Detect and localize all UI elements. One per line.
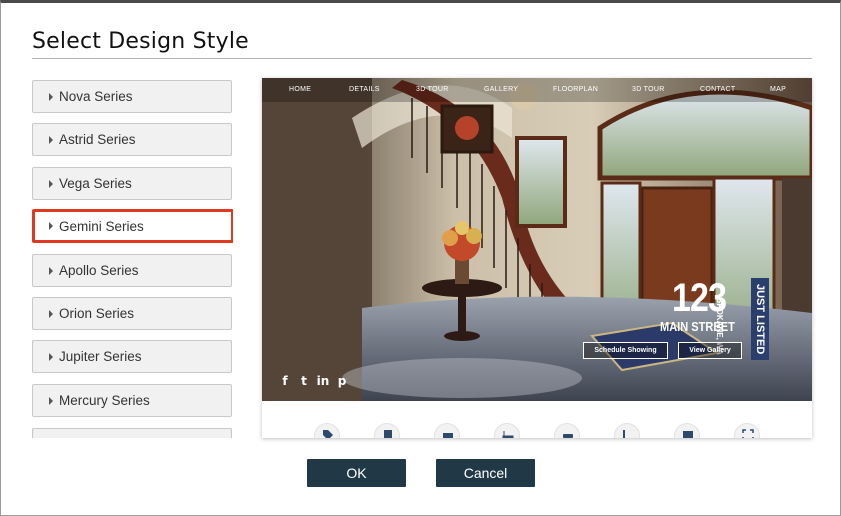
series-item-astrid[interactable]: Astrid Series	[32, 123, 232, 156]
nav-item-map[interactable]: MAP	[770, 86, 786, 93]
series-item-vega[interactable]: Vega Series	[32, 167, 232, 200]
series-item-gemini[interactable]: Gemini Series	[32, 209, 233, 243]
expand-icon	[734, 423, 760, 438]
caret-right-icon	[49, 92, 53, 101]
series-item-label: Apollo Series	[59, 263, 139, 278]
series-item-label: Jupiter Series	[59, 349, 142, 364]
series-list[interactable]: Nova Series Astrid Series Vega Series Ge…	[32, 80, 233, 438]
caret-right-icon	[49, 309, 53, 318]
ok-button[interactable]: OK	[307, 459, 406, 487]
car-icon	[554, 423, 580, 438]
series-item-label: Astrid Series	[59, 132, 136, 147]
bed-icon	[434, 423, 460, 438]
preview-hero-image: HOME DETAILS 3D TOUR GALLERY FLOORPLAN 3…	[262, 78, 812, 401]
facebook-icon[interactable]: f	[278, 374, 292, 388]
schedule-showing-button[interactable]: Schedule Showing	[583, 342, 668, 359]
caret-right-icon	[49, 135, 53, 144]
series-item-label: Nova Series	[59, 89, 133, 104]
nav-item-floorplan[interactable]: FLOORPLAN	[553, 86, 598, 93]
nav-item-3d-tour-2[interactable]: 3D TOUR	[632, 86, 665, 93]
series-item-apollo[interactable]: Apollo Series	[32, 254, 232, 287]
nav-item-home[interactable]: HOME	[289, 86, 311, 93]
sqft-icon	[614, 423, 640, 438]
feature-icon-row	[262, 423, 812, 438]
series-item-nova[interactable]: Nova Series	[32, 80, 232, 113]
caret-right-icon	[49, 396, 53, 405]
address-street: MAIN STREET	[660, 319, 735, 334]
series-item-mercury[interactable]: Mercury Series	[32, 384, 232, 417]
caret-right-icon	[49, 179, 53, 188]
caret-right-icon	[49, 266, 53, 275]
caret-right-icon	[49, 352, 53, 361]
just-listed-badge: JUST LISTED	[751, 278, 769, 360]
dialog-title: Select Design Style	[32, 29, 249, 54]
series-item-orion[interactable]: Orion Series	[32, 297, 232, 330]
design-preview: HOME DETAILS 3D TOUR GALLERY FLOORPLAN 3…	[262, 78, 812, 438]
price-tag-icon	[314, 423, 340, 438]
just-listed-label: JUST LISTED	[754, 284, 766, 355]
title-divider	[32, 58, 812, 59]
design-style-dialog: Select Design Style Nova Series Astrid S…	[0, 0, 841, 516]
document-icon	[374, 423, 400, 438]
caret-right-icon	[49, 222, 53, 230]
series-item-partial[interactable]	[32, 428, 232, 438]
social-links: f t in p	[278, 374, 349, 388]
linkedin-icon[interactable]: in	[316, 374, 330, 388]
nav-item-details[interactable]: DETAILS	[349, 86, 380, 93]
calendar-icon	[674, 423, 700, 438]
series-item-label: Vega Series	[59, 176, 132, 191]
nav-item-3d-tour[interactable]: 3D TOUR	[416, 86, 449, 93]
nav-item-gallery[interactable]: GALLERY	[484, 86, 518, 93]
twitter-icon[interactable]: t	[297, 374, 311, 388]
pinterest-icon[interactable]: p	[335, 374, 349, 388]
bath-icon	[494, 423, 520, 438]
series-item-label: Mercury Series	[59, 393, 150, 408]
series-item-label: Gemini Series	[59, 218, 144, 234]
nav-item-contact[interactable]: CONTACT	[700, 86, 735, 93]
view-gallery-button[interactable]: View Gallery	[678, 342, 742, 359]
series-item-jupiter[interactable]: Jupiter Series	[32, 340, 232, 373]
cancel-button[interactable]: Cancel	[436, 459, 535, 487]
preview-nav: HOME DETAILS 3D TOUR GALLERY FLOORPLAN 3…	[262, 78, 812, 102]
series-item-label: Orion Series	[59, 306, 135, 321]
